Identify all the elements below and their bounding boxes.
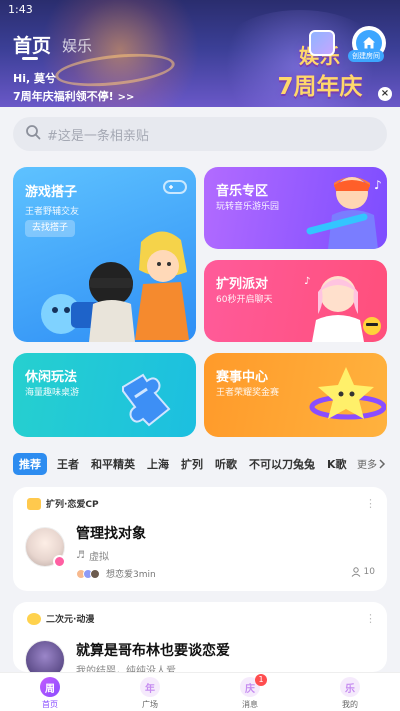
nav-label: 广场: [142, 700, 158, 709]
category-tab[interactable]: 上海: [147, 456, 169, 472]
post-card[interactable]: 扩列·恋爱CP ⋮ 管理找对象 ♬ 虚拟 想恋爱3min 10: [13, 487, 387, 591]
card-casual-games[interactable]: 休闲玩法 海量趣味桌游: [13, 353, 196, 437]
member-count: 10: [351, 567, 375, 577]
promo-arrow: >>: [117, 92, 135, 103]
star-planet-icon: [309, 367, 386, 420]
tag-icon: [27, 497, 41, 510]
puzzle-piece-icon: [122, 373, 171, 427]
post-tag-label: 二次元·动漫: [46, 615, 95, 625]
card-subtitle: 海量趣味桌游: [25, 388, 80, 398]
post-title: 管理找对象: [76, 526, 146, 542]
search-bar[interactable]: #这是一条相亲贴: [13, 117, 387, 151]
unread-badge: 1: [255, 674, 267, 686]
post-subtitle-row: 我的结婴，纯纯没人爱: [76, 662, 176, 672]
nav-label: 消息: [242, 700, 258, 709]
search-icon: [25, 124, 41, 144]
nav-square[interactable]: 年 广场: [100, 673, 200, 711]
greeting-text: Hi, 莫兮: [13, 72, 56, 85]
card-subtitle: 王者荣耀奖金赛: [216, 388, 280, 398]
category-tab-recommend[interactable]: 推荐: [13, 453, 47, 475]
post-tag: 二次元·动漫: [27, 612, 94, 625]
post-tag-label: 扩列·恋爱CP: [46, 500, 99, 510]
logo-line2: 7周年庆: [277, 74, 363, 100]
tab-entertainment[interactable]: 娱乐: [62, 35, 92, 56]
card-game-partner[interactable]: 游戏搭子 王者野辅交友 去找搭子: [13, 167, 196, 342]
close-banner-icon[interactable]: ×: [378, 87, 392, 101]
guitarist-illustration: ♪: [306, 177, 382, 249]
more-options-icon[interactable]: ⋮: [365, 497, 376, 510]
music-note-icon: ♬: [76, 550, 85, 561]
post-card[interactable]: 二次元·动漫 ⋮ 就算是哥布林也要谈恋爱 我的结婴，纯纯没人爱: [13, 602, 387, 672]
category-tab[interactable]: K歌: [327, 456, 347, 472]
post-meta-row: 想恋爱3min: [76, 567, 156, 580]
tab-active-indicator: [22, 57, 38, 60]
post-meta-text: 想恋爱3min: [106, 570, 156, 580]
category-tab[interactable]: 听歌: [215, 456, 237, 472]
category-tab[interactable]: 和平精英: [91, 456, 135, 472]
chevron-right-icon: [379, 458, 386, 469]
member-count-value: 10: [363, 567, 375, 577]
nav-home[interactable]: 周 首页: [0, 673, 100, 711]
card-match-center[interactable]: 赛事中心 王者荣耀奖金赛: [204, 353, 387, 437]
card-title: 音乐专区: [216, 184, 269, 199]
card-title: 游戏搭子: [25, 185, 78, 200]
promo-text: 7周年庆福利领不停!: [13, 90, 114, 103]
more-categories-button[interactable]: 更多: [351, 456, 387, 471]
nav-messages[interactable]: 庆 1 消息: [200, 673, 300, 711]
category-tab[interactable]: 王者: [57, 456, 79, 472]
square-nav-icon: 年: [140, 677, 160, 697]
category-tabs: 推荐 王者 和平精英 上海 扩列 听歌 不可以刀兔兔 K歌 更多: [13, 452, 387, 476]
svg-text:♪: ♪: [304, 276, 310, 287]
category-tab[interactable]: 扩列: [181, 456, 203, 472]
profile-nav-icon: 乐: [340, 677, 360, 697]
card-title: 扩列派对: [216, 277, 269, 292]
more-label: 更多: [357, 460, 377, 471]
card-subtitle: 60秒开启聊天: [216, 295, 273, 305]
post-subtitle-row: ♬ 虚拟: [76, 548, 109, 563]
avatar[interactable]: [25, 640, 65, 672]
nav-profile[interactable]: 乐 我的: [300, 673, 400, 711]
bottom-nav: 周 首页 年 广场 庆 1 消息 乐 我的: [0, 672, 400, 711]
user-avatar[interactable]: [309, 30, 335, 56]
card-music-zone[interactable]: 音乐专区 玩转音乐游乐园 ♪: [204, 167, 387, 249]
promo-link[interactable]: 7周年庆福利领不停! >>: [13, 88, 134, 104]
card-title: 休闲玩法: [25, 370, 78, 385]
post-title: 就算是哥布林也要谈恋爱: [76, 643, 230, 659]
more-options-icon[interactable]: ⋮: [365, 612, 376, 625]
create-room-label: 创建房间: [348, 50, 384, 62]
card-party[interactable]: 扩列派对 60秒开启聊天 ♪: [204, 260, 387, 342]
card-title: 赛事中心: [216, 370, 269, 385]
avatar[interactable]: [25, 527, 66, 568]
tab-home[interactable]: 首页: [13, 31, 51, 58]
gamepad-icon: [163, 180, 187, 194]
category-tab[interactable]: 不可以刀兔兔: [249, 456, 315, 472]
header-banner[interactable]: 1:43 首页 娱乐 Hi, 莫兮 7周年庆福利领不停! >> 娱乐 7周年庆 创…: [0, 0, 400, 107]
party-girl-illustration: ♪: [304, 276, 381, 342]
nav-label: 首页: [42, 700, 58, 709]
gamer-characters-illustration: [41, 231, 189, 342]
post-subtitle: 我的结婴，纯纯没人爱: [76, 666, 176, 672]
svg-text:♪: ♪: [374, 178, 382, 192]
person-icon: [351, 567, 360, 577]
search-placeholder: #这是一条相亲贴: [47, 128, 149, 144]
post-tag: 扩列·恋爱CP: [27, 497, 99, 510]
member-avatar: [90, 568, 100, 579]
post-subtitle: 虚拟: [88, 552, 109, 563]
nav-label: 我的: [342, 700, 358, 709]
home-nav-icon: 周: [40, 677, 60, 697]
gender-badge-icon: [53, 555, 66, 568]
status-time: 1:43: [8, 3, 33, 16]
tag-icon: [27, 612, 41, 625]
card-subtitle: 玩转音乐游乐园: [216, 202, 280, 212]
